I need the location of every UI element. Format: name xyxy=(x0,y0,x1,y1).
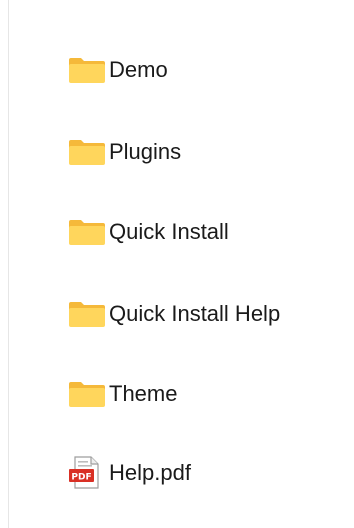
folder-icon xyxy=(68,54,109,86)
pane-divider xyxy=(8,0,9,528)
svg-text:PDF: PDF xyxy=(71,473,91,483)
list-item-help-pdf[interactable]: PDF Help.pdf xyxy=(68,453,354,493)
folder-icon xyxy=(68,378,109,410)
folder-icon xyxy=(68,136,109,168)
list-item-quick-install-help[interactable]: Quick Install Help xyxy=(68,294,354,334)
item-label: Plugins xyxy=(109,139,182,164)
file-list-pane: Demo Plugins Quick Install Quick Install… xyxy=(0,0,354,528)
item-label: Quick Install Help xyxy=(109,301,281,326)
item-label: Demo xyxy=(109,57,168,82)
list-item-quick-install[interactable]: Quick Install xyxy=(68,212,354,252)
item-label: Theme xyxy=(109,381,178,406)
item-label: Quick Install xyxy=(109,219,229,244)
list-item-demo[interactable]: Demo xyxy=(68,50,354,90)
item-label: Help.pdf xyxy=(109,460,191,485)
folder-icon xyxy=(68,216,109,248)
pdf-file-icon: PDF xyxy=(68,456,109,489)
list-item-plugins[interactable]: Plugins xyxy=(68,132,354,172)
folder-icon xyxy=(68,298,109,330)
list-item-theme[interactable]: Theme xyxy=(68,374,354,414)
